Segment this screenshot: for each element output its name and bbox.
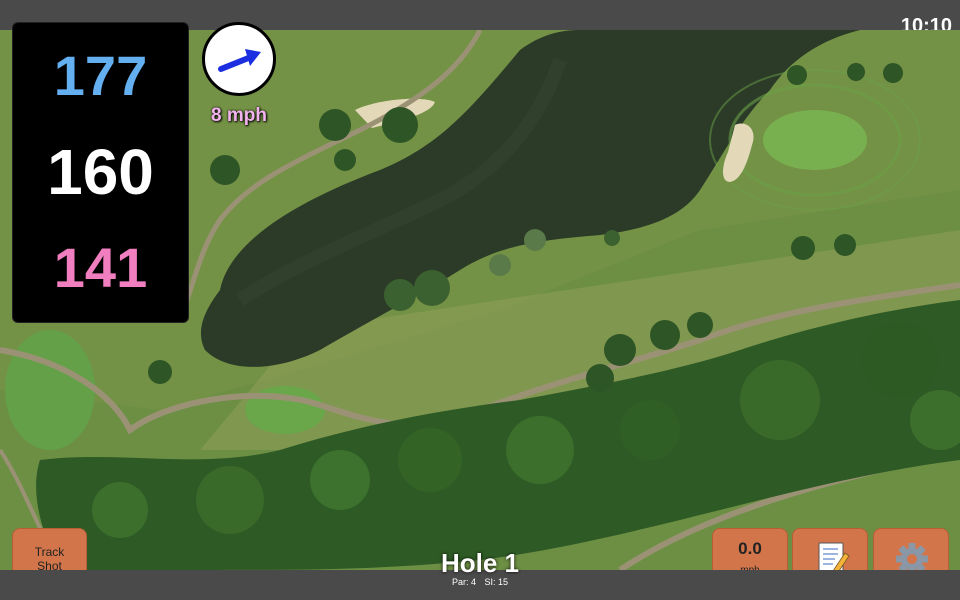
distance-middle: 160 — [47, 136, 154, 208]
hole-meta: Par: 4 SI: 15 — [380, 577, 580, 587]
wind-speed-value: 0.0 — [738, 539, 762, 558]
hole-stroke-index: SI: 15 — [484, 577, 509, 587]
hole-par: Par: 4 — [451, 577, 476, 587]
wind-speed-label: 8 mph — [211, 105, 267, 126]
hole-title: Hole 1 — [440, 548, 520, 578]
wind-direction-arrow-icon — [218, 49, 261, 72]
distance-back: 177 — [53, 44, 148, 107]
track-shot-label-line1: Track — [34, 545, 65, 559]
distance-panel: 177 160 141 — [12, 22, 189, 323]
wind-indicator — [202, 22, 276, 96]
distance-front: 141 — [53, 236, 148, 299]
